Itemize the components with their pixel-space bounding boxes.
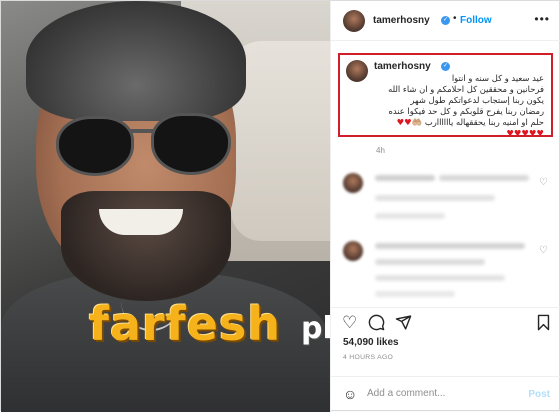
- blurred-comment-text: [375, 275, 505, 281]
- add-comment-bar: ☺ Post: [331, 376, 560, 412]
- caption-author-avatar[interactable]: [346, 60, 368, 82]
- person-smile: [99, 209, 183, 235]
- caption-highlight-box: tamerhosny ✓ عيد سعيد و كل سنه و انتوا ف…: [338, 53, 553, 139]
- caption-username[interactable]: tamerhosny: [374, 61, 431, 72]
- emoji-smile-icon[interactable]: ☺: [343, 386, 357, 402]
- add-comment-input[interactable]: [367, 388, 517, 399]
- share-icon[interactable]: [395, 314, 412, 334]
- caption-emoji-line: 🤲🏼♥♥: [396, 117, 423, 127]
- sunglasses-right-lens: [151, 113, 231, 175]
- more-options-icon[interactable]: •••: [534, 12, 550, 26]
- caption-verified-badge-icon: ✓: [441, 62, 450, 71]
- verified-badge-icon: ✓: [441, 16, 450, 25]
- heart-outline-icon[interactable]: ♡: [342, 314, 357, 331]
- caption-line: عيد سعيد و كل سنه و انتوا: [451, 73, 544, 83]
- comment-item: ♡: [331, 241, 560, 301]
- watermark-brand: farfesh: [89, 297, 282, 351]
- blurred-comment-meta: [375, 213, 445, 219]
- watermark-suffix: plus.com: [301, 311, 330, 346]
- person-hair: [26, 1, 246, 121]
- post-sidebar: tamerhosny ✓ • Follow ••• tamerhosny ✓ ع…: [330, 1, 560, 412]
- bookmark-icon[interactable]: [536, 314, 551, 334]
- caption-line: حلم او امنيه ربنا يحققهاله ياااااارب 🤲🏼♥…: [396, 117, 544, 127]
- caption-line: فرحانين و محققين كل احلامكم و ان شاء الل…: [388, 84, 544, 94]
- blurred-comment-meta: [375, 291, 455, 297]
- comment-item: ♡: [331, 173, 560, 233]
- blurred-comment-text: [439, 175, 529, 181]
- blurred-comment-text: [375, 195, 495, 201]
- caption-time[interactable]: 4h: [376, 146, 385, 155]
- sunglasses-bridge: [131, 129, 155, 133]
- likes-count[interactable]: 54,090 likes: [343, 337, 399, 348]
- blurred-comment-text: [375, 259, 485, 265]
- comment-like-icon[interactable]: ♡: [539, 177, 548, 188]
- post-header: tamerhosny ✓ • Follow •••: [331, 1, 560, 41]
- caption-text: عيد سعيد و كل سنه و انتوا فرحانين و محقق…: [366, 73, 544, 139]
- caption-line: ♥♥♥♥♥: [366, 128, 544, 139]
- instagram-post: farfesh plus.com tamerhosny ✓ • Follow •…: [0, 0, 560, 412]
- blurred-comment-username: [375, 175, 435, 181]
- author-avatar[interactable]: [343, 10, 365, 32]
- follow-button[interactable]: Follow: [460, 15, 492, 26]
- caption-line: رمضان ربنا يفرح قلوبكم و كل حد فيكوا عند…: [388, 106, 544, 116]
- blurred-comment-text: [375, 243, 525, 249]
- caption-line: يكون ربنا إستجاب لدعواتكم طول شهر: [410, 95, 544, 105]
- comment-like-icon[interactable]: ♡: [539, 245, 548, 256]
- comment-icon[interactable]: [368, 314, 385, 335]
- post-photo[interactable]: farfesh plus.com: [1, 1, 330, 412]
- caption-hearts: ♥♥♥♥♥: [506, 128, 544, 138]
- person-beard: [61, 191, 231, 301]
- separator-dot: •: [453, 13, 457, 24]
- post-actions-bar: ♡: [331, 307, 560, 337]
- post-comment-button[interactable]: Post: [528, 389, 550, 400]
- post-timestamp[interactable]: 4 HOURS AGO: [343, 354, 393, 361]
- sunglasses-left-lens: [56, 116, 134, 176]
- commenter-avatar[interactable]: [343, 173, 363, 193]
- author-username[interactable]: tamerhosny: [373, 15, 430, 26]
- commenter-avatar[interactable]: [343, 241, 363, 261]
